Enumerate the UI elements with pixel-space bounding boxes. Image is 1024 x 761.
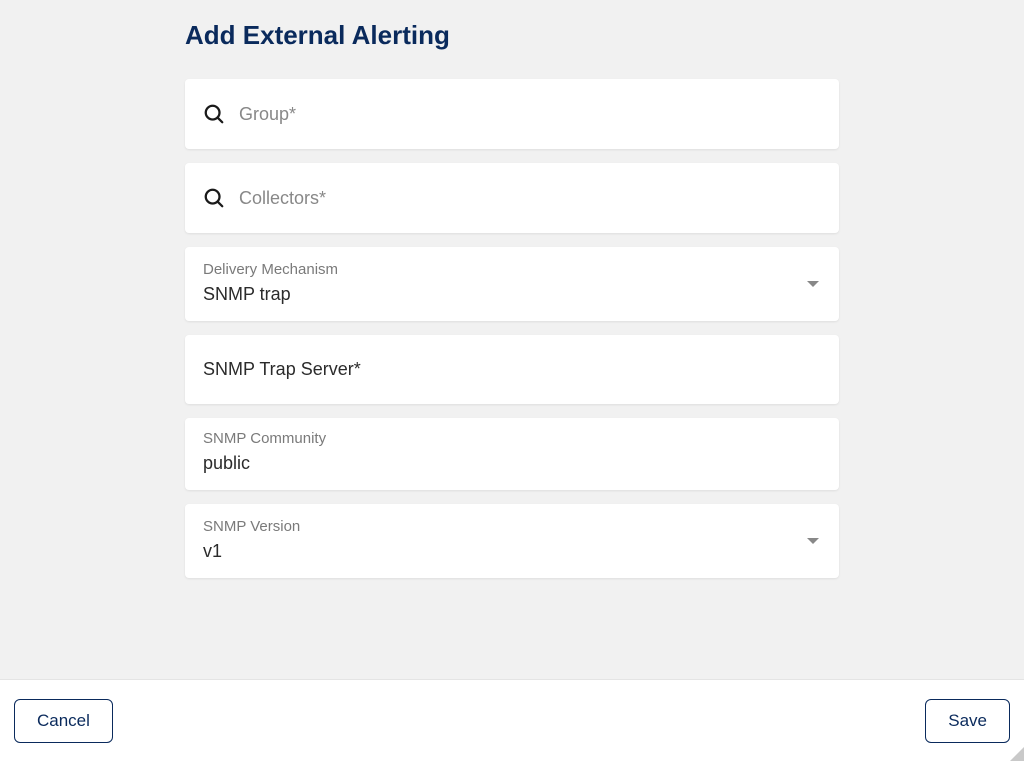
snmp-community-label: SNMP Community — [203, 430, 821, 447]
snmp-community-input[interactable]: SNMP Community public — [185, 418, 839, 490]
save-button[interactable]: Save — [925, 699, 1010, 743]
snmp-version-select[interactable]: SNMP Version v1 — [185, 504, 839, 578]
cancel-button[interactable]: Cancel — [14, 699, 113, 743]
page-title: Add External Alerting — [185, 20, 839, 51]
group-input[interactable] — [239, 104, 821, 125]
snmp-trap-server-input[interactable]: SNMP Trap Server* — [185, 335, 839, 404]
delivery-mechanism-value: SNMP trap — [203, 284, 821, 305]
collectors-field-card — [185, 163, 839, 233]
snmp-version-field-card: SNMP Version v1 — [185, 504, 839, 578]
snmp-community-value: public — [203, 453, 821, 474]
snmp-version-label: SNMP Version — [203, 518, 821, 535]
footer-bar: Cancel Save — [0, 679, 1024, 761]
collectors-input[interactable] — [239, 188, 821, 209]
snmp-version-value: v1 — [203, 541, 821, 562]
chevron-down-icon — [807, 281, 819, 287]
delivery-mechanism-label: Delivery Mechanism — [203, 261, 821, 278]
search-icon — [203, 103, 225, 125]
group-field-card — [185, 79, 839, 149]
delivery-mechanism-field-card: Delivery Mechanism SNMP trap — [185, 247, 839, 321]
chevron-down-icon — [807, 538, 819, 544]
resize-handle-icon — [1010, 747, 1024, 761]
delivery-mechanism-select[interactable]: Delivery Mechanism SNMP trap — [185, 247, 839, 321]
snmp-trap-server-field-card: SNMP Trap Server* — [185, 335, 839, 404]
snmp-community-field-card: SNMP Community public — [185, 418, 839, 490]
search-icon — [203, 187, 225, 209]
snmp-trap-server-label: SNMP Trap Server* — [203, 359, 821, 380]
